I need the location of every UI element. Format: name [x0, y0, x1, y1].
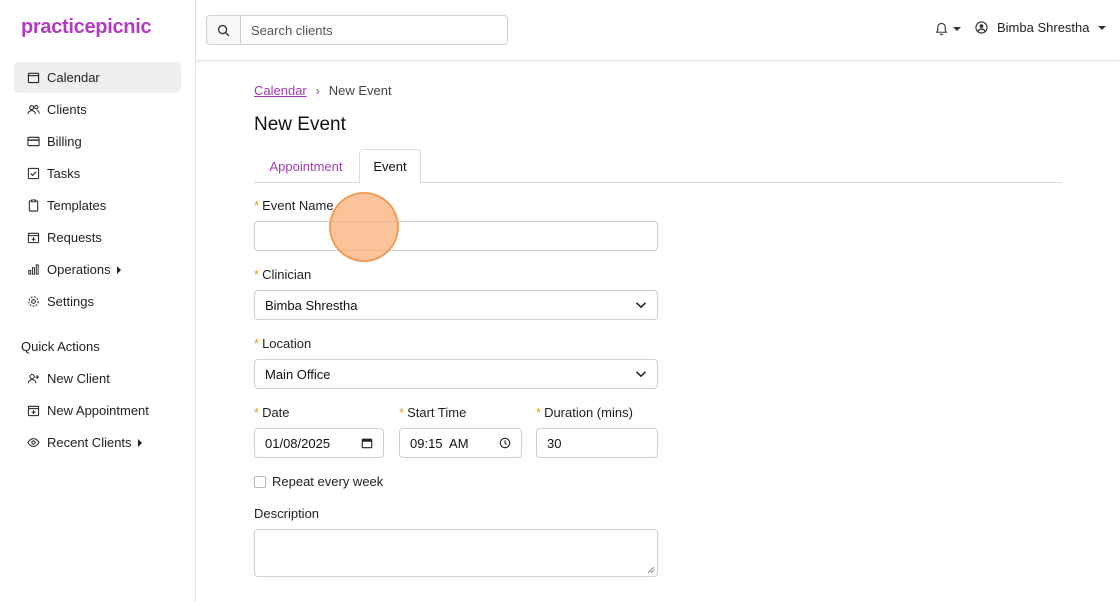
cursor-highlight	[329, 192, 399, 262]
quick-action-new-client[interactable]: New Client	[14, 363, 181, 394]
sidebar-item-label: Calendar	[47, 70, 100, 85]
search-box	[206, 15, 508, 45]
tab-event[interactable]: Event	[359, 149, 421, 184]
breadcrumb: Calendar › New Event	[254, 83, 392, 98]
tab-bar: Appointment Event	[254, 149, 1062, 184]
sidebar-item-calendar[interactable]: Calendar	[14, 62, 181, 93]
caret-right-icon	[116, 265, 121, 274]
chevron-down-icon	[953, 27, 961, 31]
quick-action-label: New Client	[47, 371, 110, 386]
user-avatar-icon	[975, 21, 988, 34]
chevron-down-icon	[635, 371, 647, 378]
required-marker: *	[254, 405, 260, 420]
credit-card-icon	[27, 135, 40, 148]
sidebar-item-label: Billing	[47, 134, 82, 149]
repeat-checkbox[interactable]	[254, 476, 266, 488]
sidebar-item-settings[interactable]: Settings	[14, 286, 181, 317]
quick-action-recent-clients[interactable]: Recent Clients	[14, 427, 181, 458]
quick-action-new-appointment[interactable]: New Appointment	[14, 395, 181, 426]
checkbox-icon	[27, 167, 40, 180]
breadcrumb-separator: ›	[315, 83, 320, 98]
required-marker: *	[399, 405, 405, 420]
sidebar-item-requests[interactable]: Requests	[14, 222, 181, 253]
required-marker: *	[254, 267, 260, 282]
calendar-plus-icon	[27, 404, 40, 417]
date-label: * Date	[254, 405, 290, 420]
search-button[interactable]	[207, 16, 241, 44]
user-menu[interactable]: Bimba Shrestha	[975, 20, 1106, 35]
user-name: Bimba Shrestha	[997, 20, 1090, 35]
gear-icon	[27, 295, 40, 308]
description-textarea[interactable]	[254, 529, 658, 577]
clock-icon[interactable]	[499, 437, 511, 449]
app-logo[interactable]: practicepicnic	[21, 16, 152, 39]
sidebar-item-operations[interactable]: Operations	[14, 254, 181, 285]
top-bar: Bimba Shrestha	[196, 0, 1120, 61]
location-value: Main Office	[265, 366, 331, 382]
clinician-value: Bimba Shrestha	[265, 297, 358, 313]
sidebar-item-label: Tasks	[47, 166, 81, 181]
users-icon	[27, 103, 40, 116]
sidebar-item-clients[interactable]: Clients	[14, 94, 181, 125]
clipboard-icon	[27, 199, 40, 212]
sidebar-item-label: Requests	[47, 230, 102, 245]
sidebar: practicepicnic Calendar Clients Billing …	[0, 0, 196, 602]
breadcrumb-current: New Event	[328, 83, 392, 98]
calendar-plus-icon	[27, 231, 40, 244]
page-title: New Event	[254, 114, 346, 135]
duration-label: * Duration (mins)	[536, 405, 633, 420]
calendar-icon[interactable]	[361, 437, 373, 449]
clinician-select[interactable]: Bimba Shrestha	[254, 290, 658, 320]
date-value: 01/08/2025	[265, 435, 331, 451]
search-icon	[217, 24, 230, 36]
calendar-icon	[27, 71, 40, 84]
quick-actions-title: Quick Actions	[21, 339, 100, 354]
event-name-label: * Event Name	[254, 198, 334, 213]
quick-action-label: Recent Clients	[47, 435, 132, 450]
sidebar-item-label: Settings	[47, 294, 94, 309]
required-marker: *	[254, 336, 260, 351]
sidebar-item-label: Operations	[47, 262, 111, 277]
chevron-down-icon	[635, 302, 647, 309]
start-time-value: 09:15 AM	[410, 435, 469, 451]
start-time-input[interactable]: 09:15 AM	[399, 428, 522, 458]
breadcrumb-link-calendar[interactable]: Calendar	[254, 83, 307, 98]
quick-action-label: New Appointment	[47, 403, 149, 418]
required-marker: *	[254, 198, 260, 213]
duration-input[interactable]: 30	[536, 428, 658, 458]
chevron-down-icon	[1097, 25, 1106, 30]
repeat-label[interactable]: Repeat every week	[272, 474, 383, 489]
notifications-button[interactable]	[935, 22, 961, 36]
sidebar-item-tasks[interactable]: Tasks	[14, 158, 181, 189]
bell-icon	[935, 22, 948, 36]
location-label: * Location	[254, 336, 312, 351]
sidebar-item-label: Clients	[47, 102, 87, 117]
start-time-label: * Start Time	[399, 405, 467, 420]
user-plus-icon	[27, 372, 40, 385]
tab-appointment[interactable]: Appointment	[254, 149, 358, 183]
date-input[interactable]: 01/08/2025	[254, 428, 384, 458]
resize-handle-icon[interactable]	[647, 566, 655, 574]
event-name-input[interactable]	[254, 221, 658, 251]
description-label: Description	[254, 506, 320, 521]
search-input[interactable]	[241, 16, 507, 44]
sidebar-item-label: Templates	[47, 198, 107, 213]
eye-icon	[27, 436, 40, 449]
caret-right-icon	[137, 438, 142, 447]
bar-chart-icon	[27, 263, 40, 276]
duration-value: 30	[547, 435, 562, 451]
clinician-label: * Clinician	[254, 267, 312, 282]
location-select[interactable]: Main Office	[254, 359, 658, 389]
sidebar-item-billing[interactable]: Billing	[14, 126, 181, 157]
required-marker: *	[536, 405, 542, 420]
sidebar-item-templates[interactable]: Templates	[14, 190, 181, 221]
